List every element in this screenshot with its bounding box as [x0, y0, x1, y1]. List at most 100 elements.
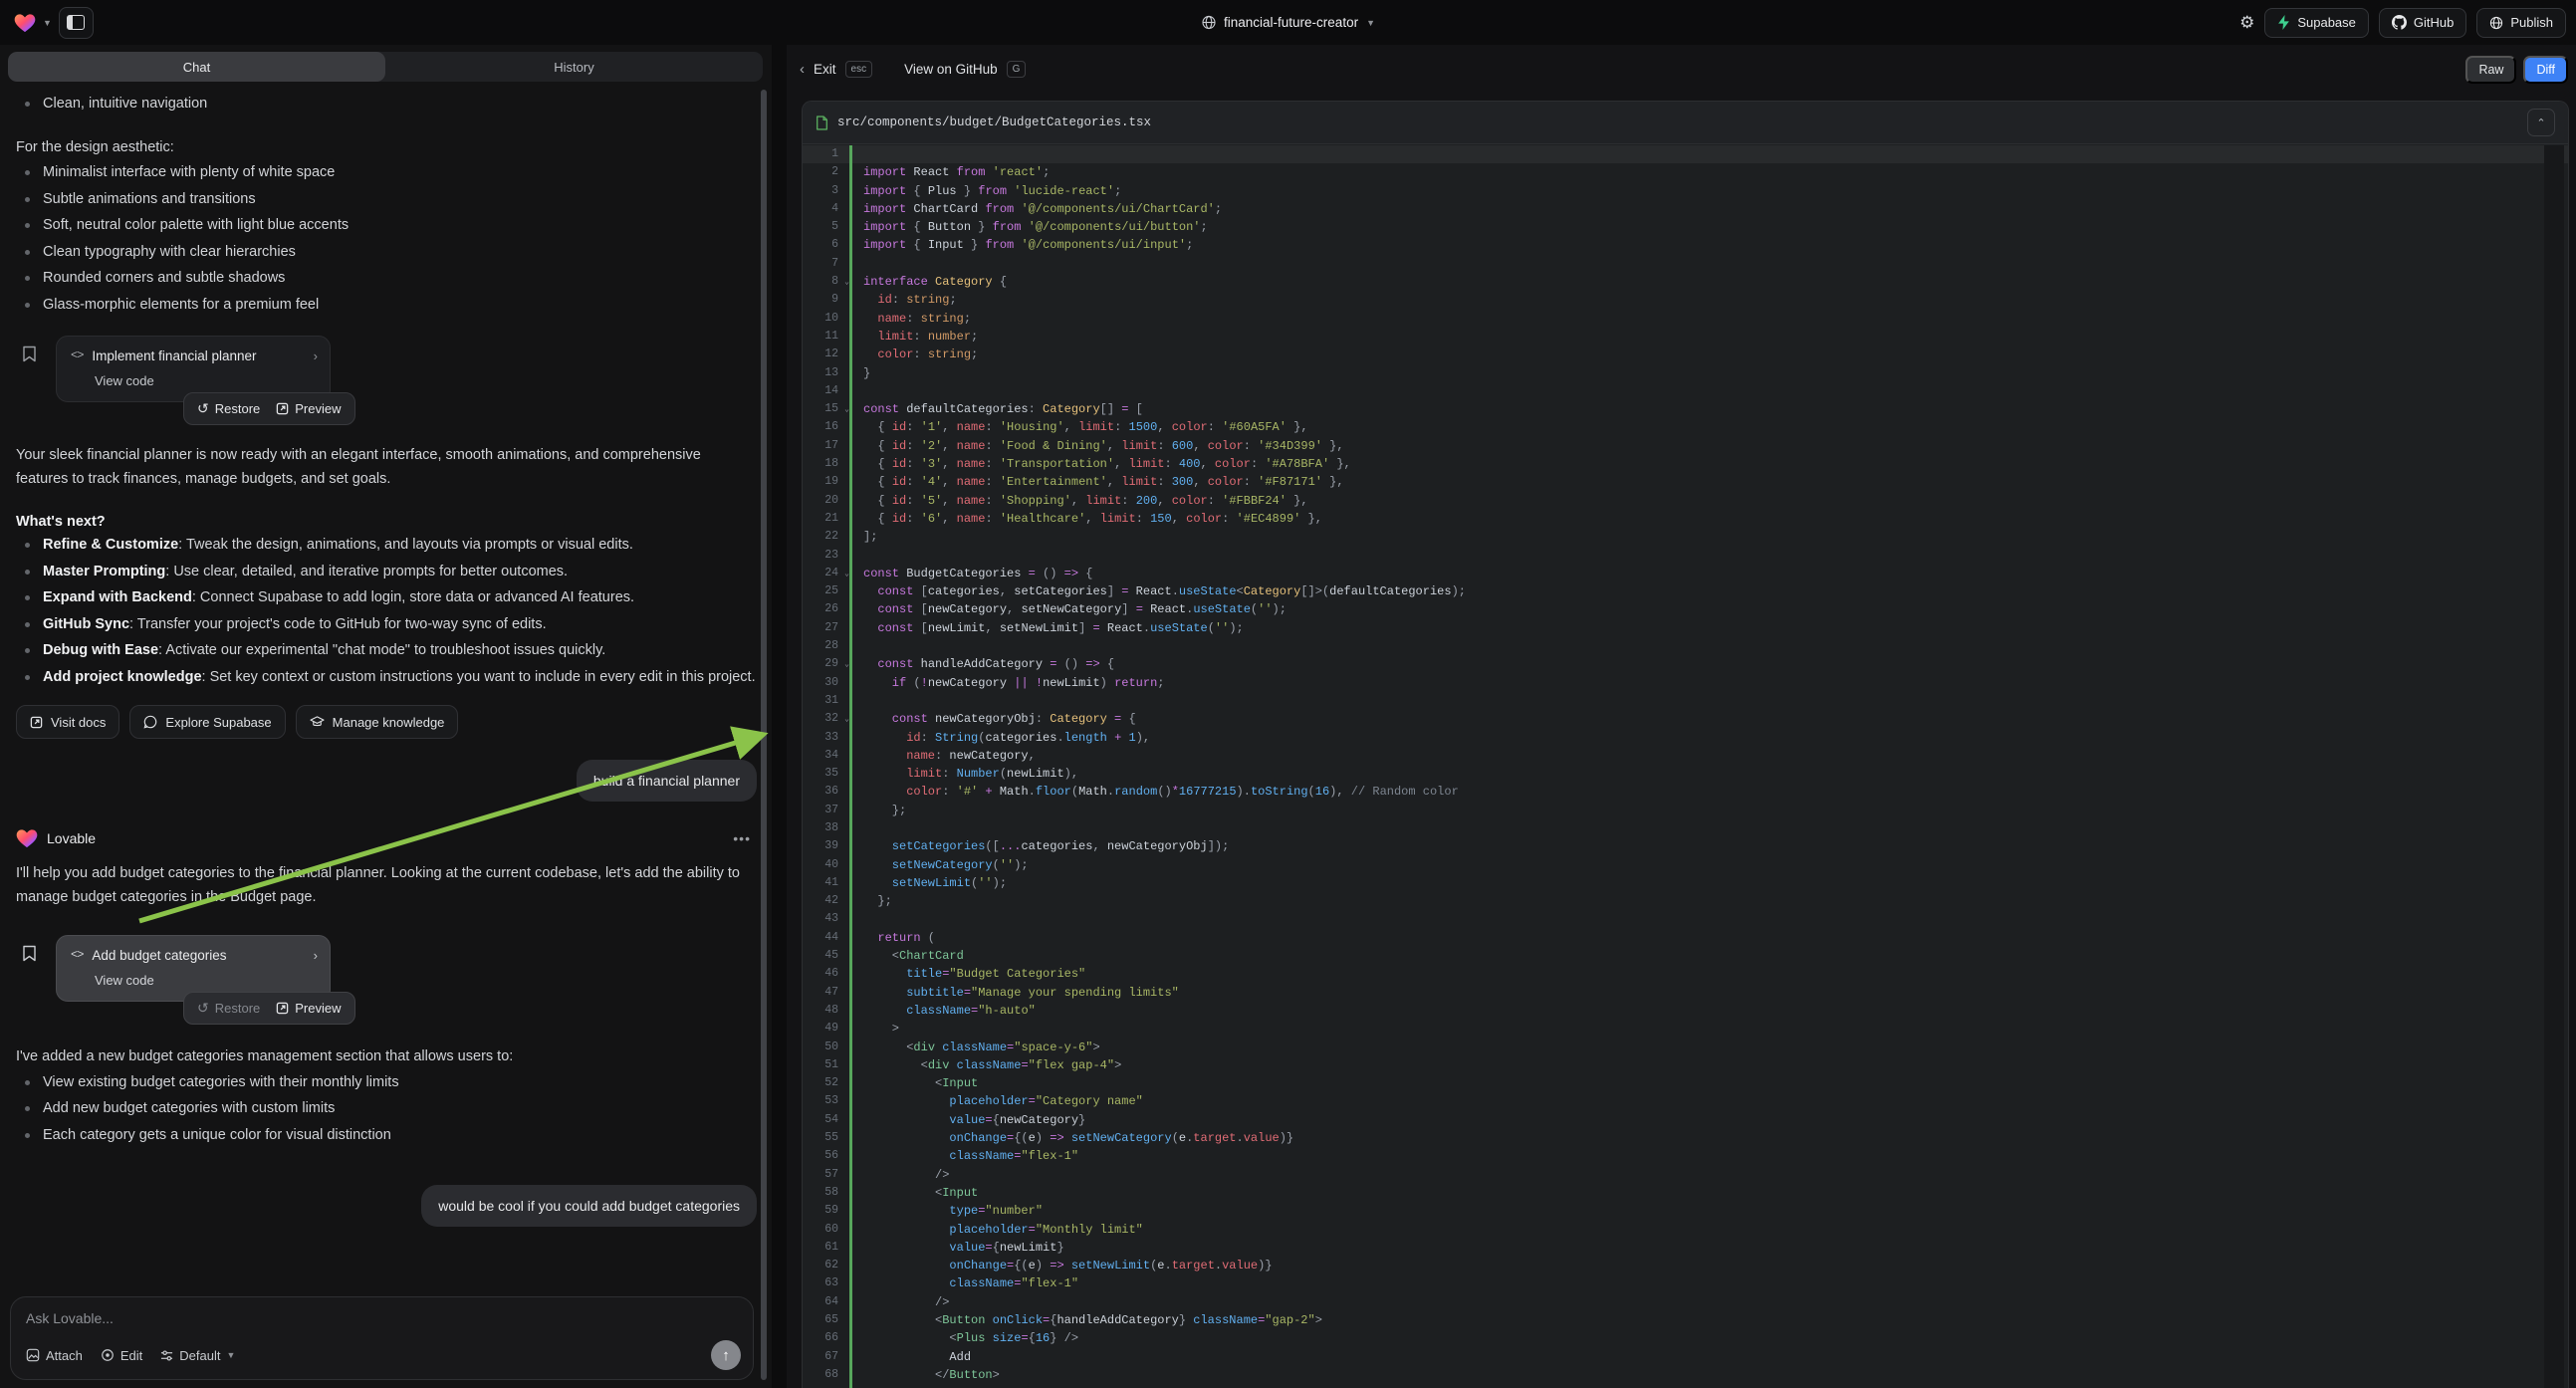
send-button[interactable]: ↑: [711, 1340, 741, 1370]
code-line[interactable]: 50 <div className="space-y-6">: [803, 1039, 2568, 1056]
visit-docs-button[interactable]: Visit docs: [16, 705, 119, 739]
code-line[interactable]: 1: [803, 145, 2568, 163]
view-code-link[interactable]: View code: [95, 373, 318, 389]
code-line[interactable]: 51 <div className="flex gap-4">: [803, 1056, 2568, 1074]
publish-button[interactable]: Publish: [2476, 8, 2566, 38]
code-line[interactable]: 59 type="number": [803, 1202, 2568, 1220]
code-line[interactable]: 55 onChange={(e) => setNewCategory(e.tar…: [803, 1129, 2568, 1147]
code-line[interactable]: 49 >: [803, 1020, 2568, 1038]
restore-button[interactable]: ↺ Restore: [197, 401, 260, 416]
code-line[interactable]: 43: [803, 910, 2568, 928]
code-line[interactable]: 53 placeholder="Category name": [803, 1092, 2568, 1110]
code-line[interactable]: 19 { id: '4', name: 'Entertainment', lim…: [803, 473, 2568, 491]
code-line[interactable]: 25 const [categories, setCategories] = R…: [803, 582, 2568, 600]
code-line[interactable]: 63 className="flex-1": [803, 1274, 2568, 1292]
code-line[interactable]: 3import { Plus } from 'lucide-react';: [803, 182, 2568, 200]
code-line[interactable]: 22];: [803, 528, 2568, 546]
preview-button[interactable]: Preview: [276, 401, 341, 416]
code-line[interactable]: 23: [803, 547, 2568, 565]
code-line[interactable]: 65 <Button onClick={handleAddCategory} c…: [803, 1311, 2568, 1329]
panel-divider[interactable]: [772, 45, 787, 1388]
message-options-button[interactable]: •••: [733, 825, 751, 852]
code-line[interactable]: 34 name: newCategory,: [803, 747, 2568, 765]
code-line[interactable]: 15⌄const defaultCategories: Category[] =…: [803, 400, 2568, 418]
github-button[interactable]: GitHub: [2379, 8, 2466, 38]
preview-button[interactable]: Preview: [276, 1001, 341, 1016]
code-line[interactable]: 29⌄ const handleAddCategory = () => {: [803, 655, 2568, 673]
code-line[interactable]: 8⌄interface Category {: [803, 273, 2568, 291]
code-line[interactable]: 40 setNewCategory('');: [803, 856, 2568, 874]
code-line[interactable]: 54 value={newCategory}: [803, 1111, 2568, 1129]
code-editor[interactable]: 12import React from 'react';3import { Pl…: [803, 145, 2568, 1388]
code-line[interactable]: 42 };: [803, 892, 2568, 910]
manage-knowledge-button[interactable]: Manage knowledge: [296, 705, 459, 739]
code-line[interactable]: 32⌄ const newCategoryObj: Category = {: [803, 710, 2568, 728]
tab-history[interactable]: History: [385, 52, 763, 82]
code-line[interactable]: 26 const [newCategory, setNewCategory] =…: [803, 600, 2568, 618]
bookmark-icon[interactable]: [22, 945, 37, 962]
code-line[interactable]: 12 color: string;: [803, 346, 2568, 363]
code-line[interactable]: 66 <Plus size={16} />: [803, 1329, 2568, 1347]
diff-toggle-button[interactable]: Diff: [2523, 56, 2568, 84]
supabase-button[interactable]: Supabase: [2264, 8, 2369, 38]
code-line[interactable]: 28: [803, 637, 2568, 655]
code-line[interactable]: 21 { id: '6', name: 'Healthcare', limit:…: [803, 510, 2568, 528]
code-line[interactable]: 39 setCategories([...categories, newCate…: [803, 837, 2568, 855]
code-line[interactable]: 44 return (: [803, 929, 2568, 947]
code-line[interactable]: 68 </Button>: [803, 1366, 2568, 1384]
file-header[interactable]: src/components/budget/BudgetCategories.t…: [803, 102, 2568, 144]
code-line[interactable]: 6import { Input } from '@/components/ui/…: [803, 236, 2568, 254]
code-line[interactable]: 2import React from 'react';: [803, 163, 2568, 181]
code-line[interactable]: 46 title="Budget Categories": [803, 965, 2568, 983]
code-line[interactable]: 24⌄const BudgetCategories = () => {: [803, 565, 2568, 582]
code-line[interactable]: 64 />: [803, 1293, 2568, 1311]
chat-message-list[interactable]: Clean, intuitive navigation For the desi…: [0, 87, 763, 1293]
chevron-right-icon[interactable]: ›: [314, 947, 318, 964]
code-line[interactable]: 57 />: [803, 1166, 2568, 1184]
code-line[interactable]: 30 if (!newCategory || !newLimit) return…: [803, 674, 2568, 692]
lovable-logo-icon[interactable]: [14, 13, 36, 33]
code-line[interactable]: 14: [803, 382, 2568, 400]
code-line[interactable]: 45 <ChartCard: [803, 947, 2568, 965]
code-line[interactable]: 16 { id: '1', name: 'Housing', limit: 15…: [803, 418, 2568, 436]
code-line[interactable]: 18 { id: '3', name: 'Transportation', li…: [803, 455, 2568, 473]
chat-scrollbar[interactable]: [761, 90, 767, 1380]
raw-toggle-button[interactable]: Raw: [2465, 56, 2516, 84]
code-line[interactable]: 13}: [803, 364, 2568, 382]
code-line[interactable]: 37 };: [803, 802, 2568, 819]
gear-icon[interactable]: ⚙: [2239, 14, 2254, 31]
view-on-github-button[interactable]: View on GitHub: [904, 62, 998, 77]
code-line[interactable]: 31: [803, 692, 2568, 710]
chevron-right-icon[interactable]: ›: [314, 347, 318, 364]
sidebar-toggle-button[interactable]: [59, 7, 94, 39]
code-line[interactable]: 47 subtitle="Manage your spending limits…: [803, 984, 2568, 1002]
explore-supabase-button[interactable]: Explore Supabase: [129, 705, 285, 739]
mode-selector[interactable]: Default ▼: [160, 1348, 235, 1363]
code-line[interactable]: 41 setNewLimit('');: [803, 874, 2568, 892]
code-line[interactable]: 4import ChartCard from '@/components/ui/…: [803, 200, 2568, 218]
chat-input[interactable]: Ask Lovable...: [26, 1310, 738, 1326]
code-line[interactable]: 61 value={newLimit}: [803, 1239, 2568, 1257]
exit-button[interactable]: Exit: [814, 62, 836, 77]
attach-button[interactable]: Attach: [26, 1348, 83, 1363]
code-line[interactable]: 67 Add: [803, 1348, 2568, 1366]
code-line[interactable]: 20 { id: '5', name: 'Shopping', limit: 2…: [803, 492, 2568, 510]
code-line[interactable]: 9 id: string;: [803, 291, 2568, 309]
code-line[interactable]: 7: [803, 255, 2568, 273]
code-line[interactable]: 35 limit: Number(newLimit),: [803, 765, 2568, 783]
view-code-link[interactable]: View code: [95, 973, 318, 989]
code-line[interactable]: 48 className="h-auto": [803, 1002, 2568, 1020]
code-line[interactable]: 17 { id: '2', name: 'Food & Dining', lim…: [803, 437, 2568, 455]
code-line[interactable]: 52 <Input: [803, 1074, 2568, 1092]
code-line[interactable]: 5import { Button } from '@/components/ui…: [803, 218, 2568, 236]
code-line[interactable]: 38: [803, 819, 2568, 837]
project-switcher[interactable]: financial-future-creator ▼: [1201, 0, 1375, 45]
collapse-file-button[interactable]: ⌃: [2527, 109, 2555, 136]
code-line[interactable]: 27 const [newLimit, setNewLimit] = React…: [803, 619, 2568, 637]
code-line[interactable]: 56 className="flex-1": [803, 1147, 2568, 1165]
code-line[interactable]: 36 color: '#' + Math.floor(Math.random()…: [803, 783, 2568, 801]
tab-chat[interactable]: Chat: [8, 52, 385, 82]
code-line[interactable]: 11 limit: number;: [803, 328, 2568, 346]
restore-button[interactable]: ↺ Restore: [197, 1001, 260, 1016]
edit-mode-button[interactable]: Edit: [101, 1348, 142, 1363]
